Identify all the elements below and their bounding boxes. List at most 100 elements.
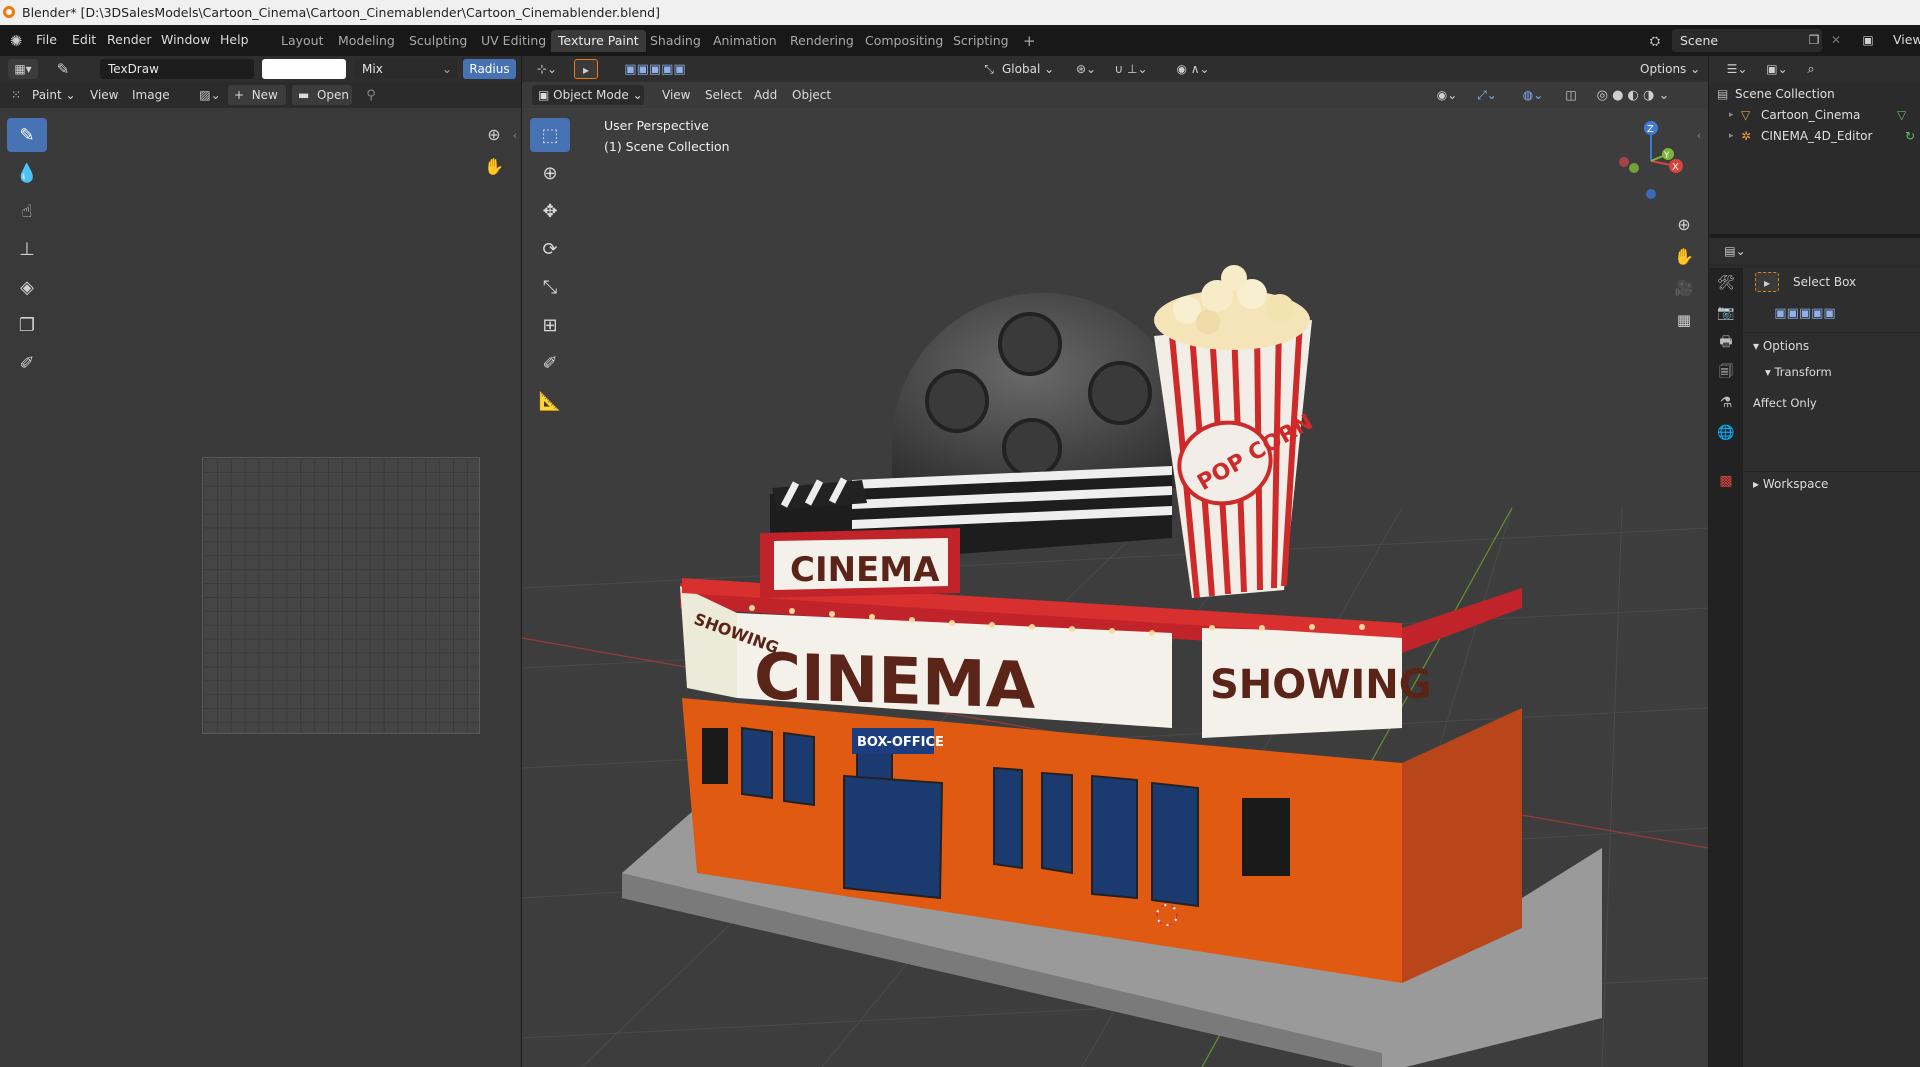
outliner-row-cinema-4d-editor[interactable]: ▸ ✲ CINEMA_4D_Editor ↻ (1709, 126, 1920, 147)
menu-file[interactable]: File (36, 32, 57, 47)
transform-subsection-toggle[interactable]: ▾ Transform (1765, 362, 1832, 382)
brush-icon[interactable]: ✎ (52, 59, 74, 79)
texture-tab-icon[interactable]: ▩ (1709, 466, 1743, 496)
new-image-button[interactable]: + New (228, 85, 286, 105)
measure-tool-icon[interactable]: 📐 (530, 384, 570, 418)
view-layer-tab-icon[interactable]: 🗐 (1709, 358, 1743, 388)
proportional-edit-icon[interactable]: ◉ ∧⌄ (1170, 60, 1216, 78)
navigation-gizmo[interactable]: Z X Y (1606, 116, 1696, 206)
image-menu-view[interactable]: View (90, 85, 118, 105)
viewport-menu-object[interactable]: Object (792, 85, 831, 105)
options-section-toggle[interactable]: ▾ Options (1753, 336, 1809, 356)
blender-menu-icon[interactable]: ✺ (6, 31, 26, 51)
pivot-point-icon[interactable]: ⊛⌄ (1072, 60, 1100, 78)
move-tool-icon[interactable]: ✥ (530, 194, 570, 228)
sidebar-toggle-icon[interactable]: ‹ (1694, 128, 1704, 142)
render-tab-icon[interactable]: 📷 (1709, 298, 1743, 328)
scene-field[interactable]: Scene (1672, 29, 1822, 52)
gizmo-toggle-icon[interactable]: ⤢⌄ (1472, 86, 1502, 104)
pan-hand-icon[interactable]: ✋ (1670, 240, 1698, 272)
menu-edit[interactable]: Edit (72, 32, 96, 47)
tab-uv-editing[interactable]: UV Editing (474, 30, 553, 52)
viewport-menu-add[interactable]: Add (754, 85, 777, 105)
shading-mode-icons[interactable]: ◎ ● ◐ ◑ ⌄ (1588, 86, 1678, 104)
tab-texture-paint[interactable]: Texture Paint (551, 30, 646, 52)
pin-icon[interactable]: ⚲ (362, 86, 380, 104)
brush-color-swatch[interactable] (262, 59, 346, 79)
menu-window[interactable]: Window (161, 32, 210, 47)
draw-tool-icon[interactable]: ✎ (7, 118, 47, 152)
overlay-toggle-icon[interactable]: ◍⌄ (1518, 86, 1548, 104)
select-tool-icon[interactable]: ▸ (574, 59, 598, 79)
fill-tool-icon[interactable]: ◈ (7, 270, 47, 304)
tab-animation[interactable]: Animation (706, 30, 784, 52)
tab-layout[interactable]: Layout (274, 30, 331, 52)
radius-button[interactable]: Radius (463, 59, 516, 79)
tool-tab-icon[interactable]: 🛠 (1709, 268, 1743, 298)
selection-mode-icons[interactable]: ▣▣▣▣▣ (1755, 304, 1855, 322)
3d-viewport[interactable]: ST POP CORN CI (522, 56, 1708, 1067)
workspace-section-toggle[interactable]: ▸ Workspace (1753, 474, 1828, 494)
camera-view-icon[interactable]: 🎥 (1670, 272, 1698, 304)
mode-dropdown[interactable]: ▣ Object Mode ⌄ (532, 85, 644, 105)
editor-type-icon[interactable]: ▤⌄ (1721, 242, 1749, 260)
tab-compositing[interactable]: Compositing (858, 30, 950, 52)
annotate-tool-icon[interactable]: ✐ (530, 346, 570, 380)
blend-mode-dropdown[interactable]: Mix ⌄ (354, 59, 458, 79)
gizmo-neg-y-icon[interactable] (1629, 163, 1639, 173)
paint-mode-dropdown[interactable]: Paint ⌄ (32, 85, 76, 105)
xray-icon[interactable]: ◫ (1562, 86, 1580, 104)
zoom-icon[interactable]: ⊕ (482, 122, 506, 146)
zoom-icon[interactable]: ⊕ (1670, 208, 1698, 240)
view-layer-label[interactable]: View (1893, 32, 1920, 47)
clone-tool-icon[interactable]: ⊥ (7, 232, 47, 266)
editor-type-icon[interactable]: ☰⌄ (1723, 60, 1751, 78)
image-menu-image[interactable]: Image (132, 85, 170, 105)
gizmo-neg-x-icon[interactable] (1619, 157, 1629, 167)
options-dropdown[interactable]: Options ⌄ (1634, 59, 1700, 79)
new-scene-icon[interactable]: ❐ (1806, 31, 1822, 49)
select-box-tool-icon[interactable]: ⬚ (530, 118, 570, 152)
expand-arrow-icon[interactable]: ▸ (1729, 105, 1734, 126)
smear-tool-icon[interactable]: ☝ (7, 194, 47, 228)
snap-icon[interactable]: ∪ ⊥⌄ (1108, 60, 1154, 78)
ortho-grid-icon[interactable]: ▦ (1670, 304, 1698, 336)
pan-hand-icon[interactable]: ✋ (482, 154, 506, 178)
image-browse-icon[interactable]: ▨⌄ (196, 86, 224, 104)
outliner-row-scene-collection[interactable]: ▤ Scene Collection (1709, 84, 1920, 105)
scene-selector-icon[interactable]: ⛭ (1644, 31, 1666, 51)
view-layer-icon[interactable]: ▣ (1856, 31, 1880, 49)
expand-arrow-icon[interactable]: ▸ (1729, 126, 1734, 147)
outliner-row-cartoon-cinema[interactable]: ▸ ▽ Cartoon_Cinema ▽ (1709, 105, 1920, 126)
gizmo-neg-z-icon[interactable] (1646, 189, 1656, 199)
transform-pivot-icon[interactable]: ⊹⌄ (534, 60, 560, 78)
add-workspace-button[interactable]: + (1016, 30, 1043, 52)
transform-tool-icon[interactable]: ⊞ (530, 308, 570, 342)
search-icon[interactable]: ⌕ (1803, 60, 1819, 78)
world-tab-icon[interactable]: 🌐 (1709, 418, 1743, 448)
scene-tab-icon[interactable]: ⚗ (1709, 388, 1743, 418)
rotate-tool-icon[interactable]: ⟳ (530, 232, 570, 266)
display-mode-icon[interactable]: ▣⌄ (1763, 60, 1791, 78)
soften-tool-icon[interactable]: 💧 (7, 156, 47, 190)
close-scene-icon[interactable]: ✕ (1829, 31, 1843, 49)
menu-help[interactable]: Help (220, 32, 249, 47)
visibility-icon[interactable]: ◉⌄ (1432, 86, 1462, 104)
select-box-icon[interactable]: ▸ (1755, 272, 1779, 292)
tab-shading[interactable]: Shading (643, 30, 708, 52)
cursor-tool-icon[interactable]: ⊕ (530, 156, 570, 190)
viewport-menu-view[interactable]: View (662, 85, 690, 105)
sidebar-toggle-icon[interactable]: ‹ (510, 128, 520, 142)
editor-type-button[interactable]: ▦▾ (8, 59, 38, 79)
viewport-menu-select[interactable]: Select (705, 85, 742, 105)
annotate-tool-icon[interactable]: ✐ (7, 346, 47, 380)
menu-render[interactable]: Render (107, 32, 152, 47)
uv-image-canvas[interactable] (202, 457, 480, 734)
tab-sculpting[interactable]: Sculpting (402, 30, 474, 52)
brush-name-field[interactable]: TexDraw (100, 59, 254, 79)
tab-modeling[interactable]: Modeling (331, 30, 402, 52)
selection-mode-icons[interactable]: ▣▣▣▣▣ (612, 60, 698, 78)
output-tab-icon[interactable]: 🖶 (1709, 328, 1743, 358)
scale-tool-icon[interactable]: ⤡ (530, 270, 570, 304)
orientation-dropdown[interactable]: Global ⌄ (1002, 59, 1054, 79)
